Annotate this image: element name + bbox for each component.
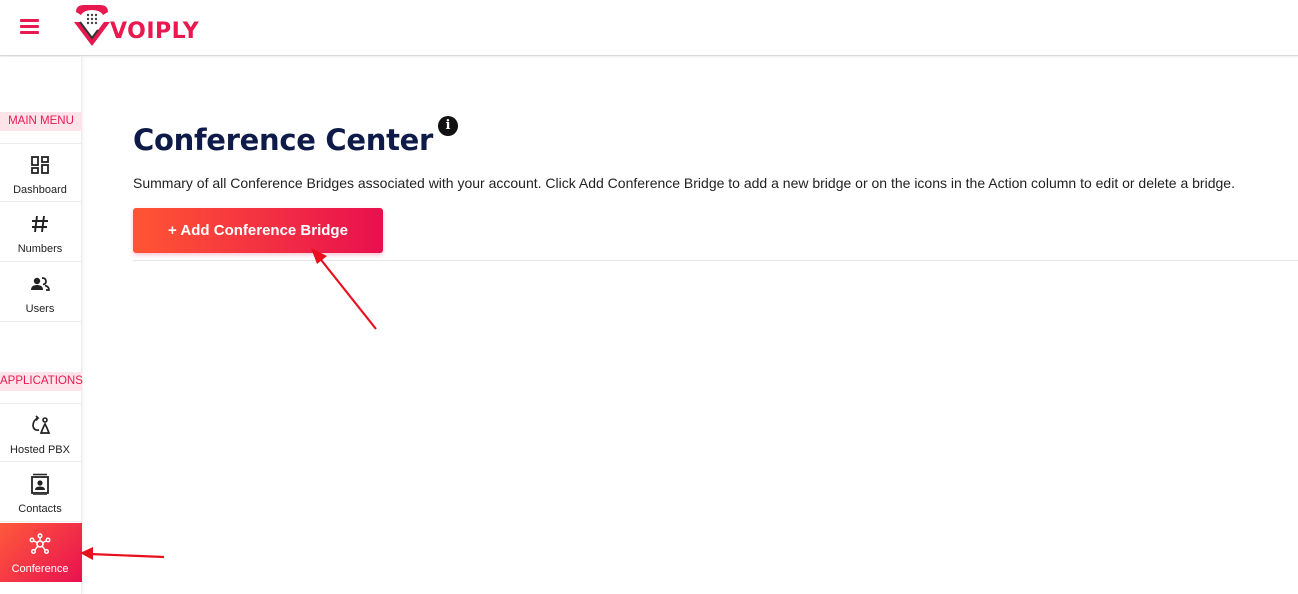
voiply-logo[interactable]: VOIPLY — [70, 2, 200, 50]
hash-icon — [32, 215, 48, 233]
users-icon — [31, 277, 50, 291]
divider — [133, 260, 1298, 261]
sidebar-item-conference[interactable]: Conference — [0, 523, 82, 582]
sidebar-item-label: Conference — [11, 563, 69, 575]
sidebar-item-users[interactable]: Users — [0, 263, 82, 322]
sidebar-item-hosted-pbx[interactable]: Hosted PBX — [0, 403, 82, 462]
sidebar-item-label: Hosted PBX — [10, 444, 70, 456]
sidebar-item-contacts[interactable]: Contacts — [0, 463, 82, 522]
sidebar: MAIN MENU Dashboard Numbers Users APPLIC… — [0, 57, 83, 594]
top-bar: VOIPLY — [0, 0, 1298, 56]
sidebar-item-label: Numbers — [17, 243, 63, 255]
page-title: Conference Center — [133, 123, 434, 157]
sidebar-item-label: Users — [25, 303, 55, 315]
sidebar-item-numbers[interactable]: Numbers — [0, 203, 82, 262]
sidebar-item-dashboard[interactable]: Dashboard — [0, 143, 82, 202]
sidebar-item-label: Contacts — [18, 503, 62, 515]
hamburger-menu-icon[interactable] — [19, 17, 41, 35]
logo-phone-shield-icon — [74, 5, 110, 46]
sidebar-item-label: Dashboard — [13, 184, 67, 196]
main-content: Conference Center i Summary of all Confe… — [83, 57, 1298, 594]
add-conference-bridge-button[interactable]: + Add Conference Bridge — [133, 208, 383, 253]
main-menu-section-label: MAIN MENU — [0, 112, 82, 131]
page-description: Summary of all Conference Bridges associ… — [133, 175, 1235, 191]
dashboard-icon — [31, 156, 49, 174]
logo-text: VOIPLY — [110, 19, 200, 44]
pbx-icon — [32, 415, 51, 434]
info-icon[interactable]: i — [438, 116, 458, 136]
contacts-icon — [31, 473, 49, 495]
conference-icon — [29, 533, 51, 555]
applications-section-label: APPLICATIONS — [0, 372, 83, 391]
